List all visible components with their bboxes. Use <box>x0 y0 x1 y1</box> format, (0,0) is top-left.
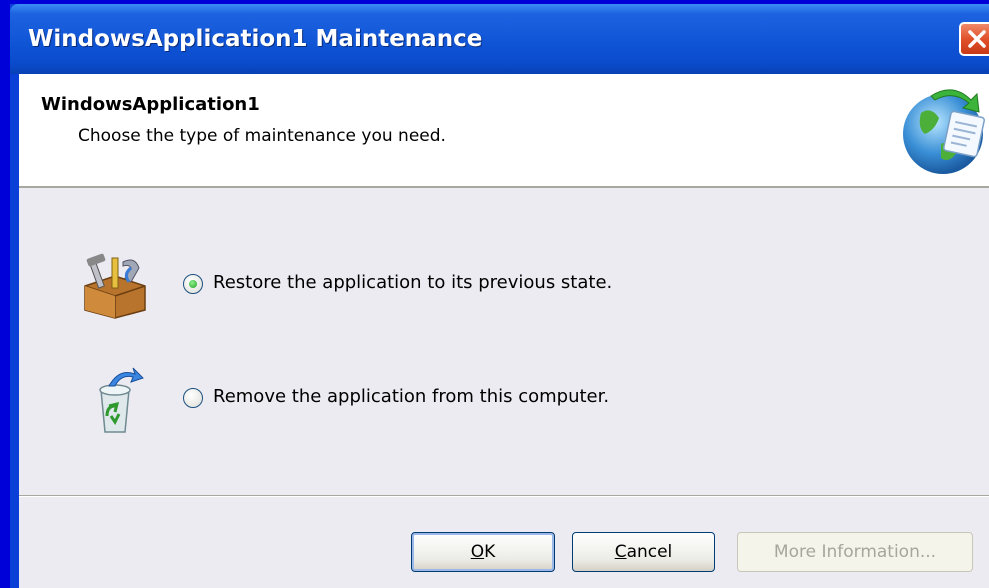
option-remove[interactable]: Remove the application from this compute… <box>79 366 729 442</box>
option-restore[interactable]: Restore the application to its previous … <box>79 252 729 328</box>
ok-mnemonic: O <box>470 542 485 562</box>
cancel-label-rest: ancel <box>626 542 673 562</box>
ok-button[interactable]: OK <box>411 532 555 572</box>
remove-radio[interactable] <box>183 388 203 408</box>
toolbox-icon <box>84 253 146 319</box>
cancel-mnemonic: C <box>614 542 627 562</box>
remove-label[interactable]: Remove the application from this compute… <box>213 386 609 407</box>
dialog-header: WindowsApplication1 Choose the type of m… <box>19 74 989 188</box>
more-information-button[interactable]: More Information... <box>737 532 973 572</box>
header-subtitle: Choose the type of maintenance you need. <box>78 126 446 146</box>
app-name: WindowsApplication1 <box>41 94 260 115</box>
close-icon <box>968 30 986 48</box>
dialog-body: WindowsApplication1 Choose the type of m… <box>19 74 989 588</box>
maintenance-window: WindowsApplication1 Maintenance WindowsA… <box>10 4 989 588</box>
divider <box>19 495 989 497</box>
globe-icon <box>903 89 985 174</box>
restore-label[interactable]: Restore the application to its previous … <box>213 272 612 293</box>
title-bar[interactable]: WindowsApplication1 Maintenance <box>10 4 989 74</box>
window-title: WindowsApplication1 Maintenance <box>28 26 483 52</box>
cancel-button[interactable]: Cancel <box>572 532 715 572</box>
recycle-bin-icon <box>99 367 144 433</box>
close-button[interactable] <box>959 22 989 56</box>
ok-label-rest: K <box>484 542 496 562</box>
restore-radio[interactable] <box>183 274 203 294</box>
